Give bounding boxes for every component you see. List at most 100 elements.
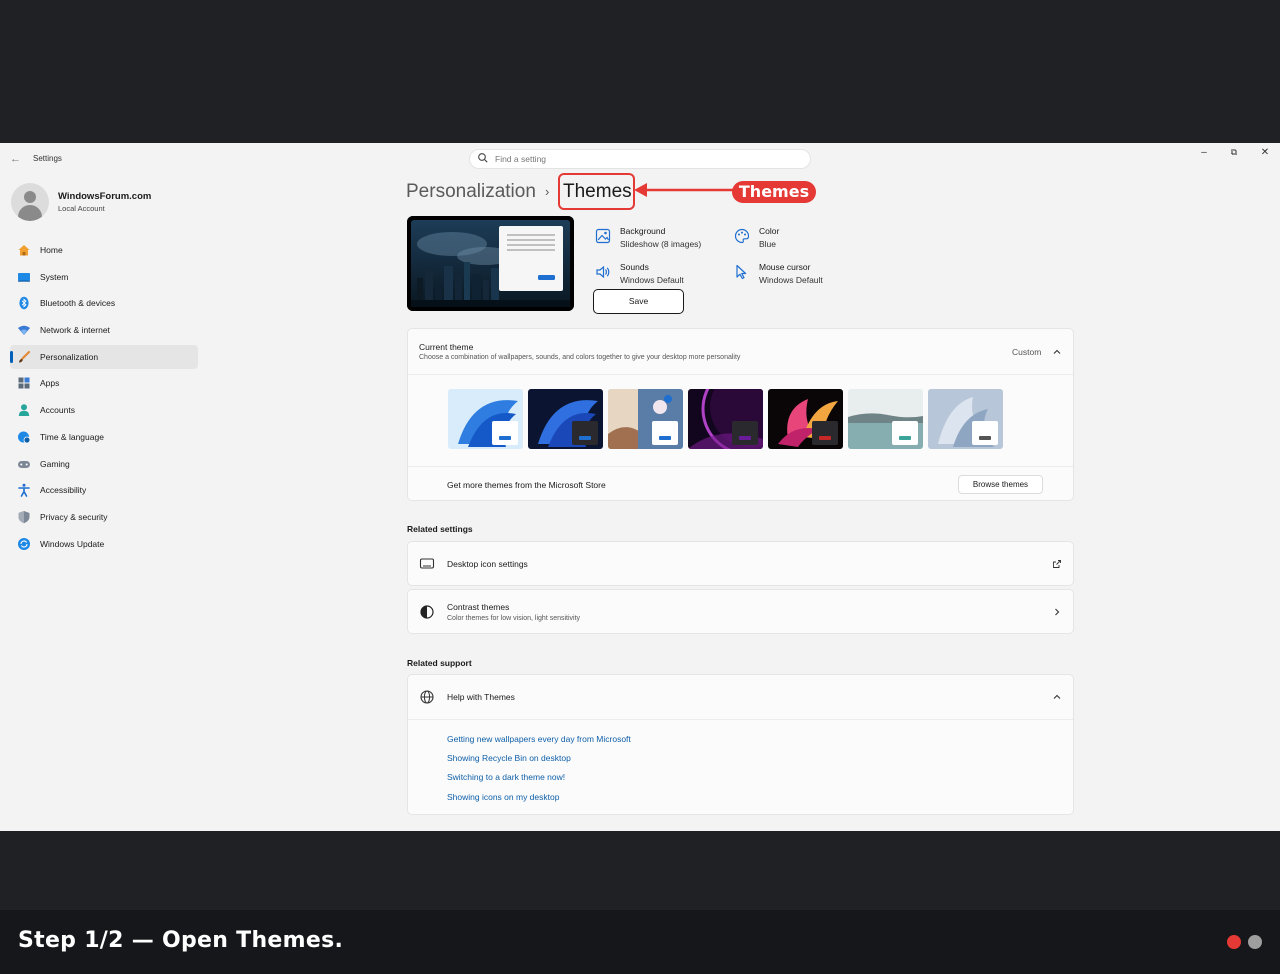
- current-theme-subtitle: Choose a combination of wallpapers, soun…: [419, 354, 741, 361]
- home-icon: [18, 245, 30, 256]
- background-value: Slideshow (8 images): [620, 239, 702, 249]
- restore-icon[interactable]: ⧉: [1226, 147, 1242, 158]
- save-button[interactable]: Save: [593, 289, 684, 314]
- current-theme-title: Current theme: [419, 342, 474, 352]
- mouse-cursor-title: Mouse cursor: [759, 262, 811, 272]
- sidebar-item-privacy[interactable]: Privacy & security: [10, 505, 198, 529]
- theme-thumbnail[interactable]: [928, 389, 1003, 449]
- background-title: Background: [620, 226, 666, 236]
- related-support-heading: Related support: [407, 658, 472, 668]
- annotation-label: Themes: [732, 181, 816, 203]
- sidebar-item-home[interactable]: Home: [10, 238, 198, 262]
- contrast-themes-row[interactable]: Contrast themes Color themes for low vis…: [407, 589, 1074, 634]
- profile-name: WindowsForum.com: [58, 191, 152, 202]
- desktop-icon-settings-label: Desktop icon settings: [447, 559, 528, 569]
- help-link[interactable]: Showing Recycle Bin on desktop: [447, 753, 571, 763]
- sidebar-item-bluetooth[interactable]: Bluetooth & devices: [10, 291, 198, 315]
- step-indicator-active: [1227, 935, 1241, 949]
- palette-icon: [734, 228, 750, 244]
- chevron-up-icon[interactable]: [1052, 692, 1062, 702]
- desktop-icon: [419, 558, 435, 569]
- app-title: Settings: [33, 154, 62, 163]
- current-theme-state: Custom: [1012, 347, 1042, 357]
- color-value: Blue: [759, 239, 777, 249]
- brush-icon: [19, 350, 31, 363]
- current-theme-card: Current theme Choose a combination of wa…: [407, 328, 1074, 501]
- speaker-icon: [596, 265, 610, 279]
- cursor-icon: [736, 264, 747, 280]
- step-indicator-inactive: [1248, 935, 1262, 949]
- mouse-cursor-value: Windows Default: [759, 275, 823, 285]
- search-input[interactable]: [495, 151, 795, 167]
- sidebar-nav: Home System Bluetooth & devices Network …: [10, 238, 198, 558]
- search-icon: [478, 153, 488, 163]
- accessibility-icon: [18, 483, 30, 497]
- contrast-themes-subtitle: Color themes for low vision, light sensi…: [447, 615, 581, 622]
- bottom-backdrop: [0, 831, 1280, 910]
- sounds-value: Windows Default: [620, 275, 684, 285]
- gamepad-icon: [18, 460, 30, 468]
- back-arrow-icon[interactable]: ←: [10, 153, 21, 165]
- accounts-icon: [18, 404, 30, 417]
- sidebar-item-accessibility[interactable]: Accessibility: [10, 478, 198, 502]
- help-link[interactable]: Showing icons on my desktop: [447, 792, 559, 802]
- help-link[interactable]: Switching to a dark theme now!: [447, 772, 565, 782]
- shield-icon: [18, 510, 30, 524]
- breadcrumb-parent[interactable]: Personalization: [406, 181, 536, 203]
- contrast-icon: [420, 605, 434, 619]
- help-with-themes-title[interactable]: Help with Themes: [447, 692, 515, 702]
- chevron-right-icon: [1055, 608, 1060, 616]
- network-icon: [18, 325, 30, 336]
- store-text: Get more themes from the Microsoft Store: [447, 480, 606, 490]
- theme-thumbnail[interactable]: [608, 389, 683, 449]
- step-caption: Step 1/2 — Open Themes.: [18, 928, 344, 953]
- sidebar-item-system[interactable]: System: [10, 265, 198, 289]
- highlight-box: [558, 173, 635, 210]
- top-backdrop: [0, 0, 1280, 143]
- divider: [408, 466, 1073, 467]
- search-box[interactable]: [469, 149, 811, 169]
- help-link[interactable]: Getting new wallpapers every day from Mi…: [447, 734, 631, 744]
- sidebar-item-network[interactable]: Network & internet: [10, 318, 198, 342]
- color-title: Color: [759, 226, 780, 236]
- minimize-icon[interactable]: –: [1196, 147, 1212, 158]
- help-with-themes-card: Help with Themes Getting new wallpapers …: [407, 674, 1074, 815]
- update-icon: [18, 537, 30, 550]
- bluetooth-icon: [19, 297, 29, 310]
- theme-thumbnail[interactable]: [848, 389, 923, 449]
- divider: [408, 374, 1073, 375]
- theme-thumbnail[interactable]: [768, 389, 843, 449]
- browse-themes-button[interactable]: Browse themes: [958, 475, 1043, 494]
- close-icon[interactable]: ✕: [1257, 147, 1273, 158]
- settings-window: ← Settings – ⧉ ✕ WindowsForum.com Local …: [0, 143, 1280, 831]
- sidebar-item-windows-update[interactable]: Windows Update: [10, 532, 198, 556]
- system-icon: [18, 272, 30, 282]
- theme-thumbnail[interactable]: [528, 389, 603, 449]
- globe-icon: [420, 690, 434, 704]
- apps-icon: [18, 377, 30, 389]
- sidebar-item-gaming[interactable]: Gaming: [10, 452, 198, 476]
- sounds-title: Sounds: [620, 262, 649, 272]
- divider: [408, 719, 1073, 720]
- breadcrumb-separator: ›: [545, 184, 550, 199]
- annotation-arrow-icon: [634, 183, 738, 197]
- theme-thumbnail[interactable]: [688, 389, 763, 449]
- sidebar-item-accounts[interactable]: Accounts: [10, 398, 198, 422]
- preview-image: [407, 216, 574, 311]
- desktop-icon-settings-row[interactable]: Desktop icon settings: [407, 541, 1074, 586]
- sidebar-item-apps[interactable]: Apps: [10, 371, 198, 395]
- chevron-up-icon[interactable]: [1052, 347, 1062, 357]
- selection-indicator: [10, 350, 13, 363]
- sidebar-item-time-language[interactable]: Time & language: [10, 425, 198, 449]
- sidebar-item-personalization[interactable]: Personalization: [10, 344, 198, 369]
- theme-thumbnail[interactable]: [448, 389, 523, 449]
- avatar: [11, 183, 49, 221]
- image-icon: [595, 228, 611, 244]
- globe-clock-icon: [18, 431, 31, 444]
- profile-account-type: Local Account: [58, 204, 105, 213]
- contrast-themes-title: Contrast themes: [447, 602, 510, 612]
- open-external-icon: [1053, 560, 1061, 568]
- theme-preview: [407, 216, 574, 311]
- caption-bar: Step 1/2 — Open Themes.: [0, 910, 1280, 974]
- related-settings-heading: Related settings: [407, 524, 473, 534]
